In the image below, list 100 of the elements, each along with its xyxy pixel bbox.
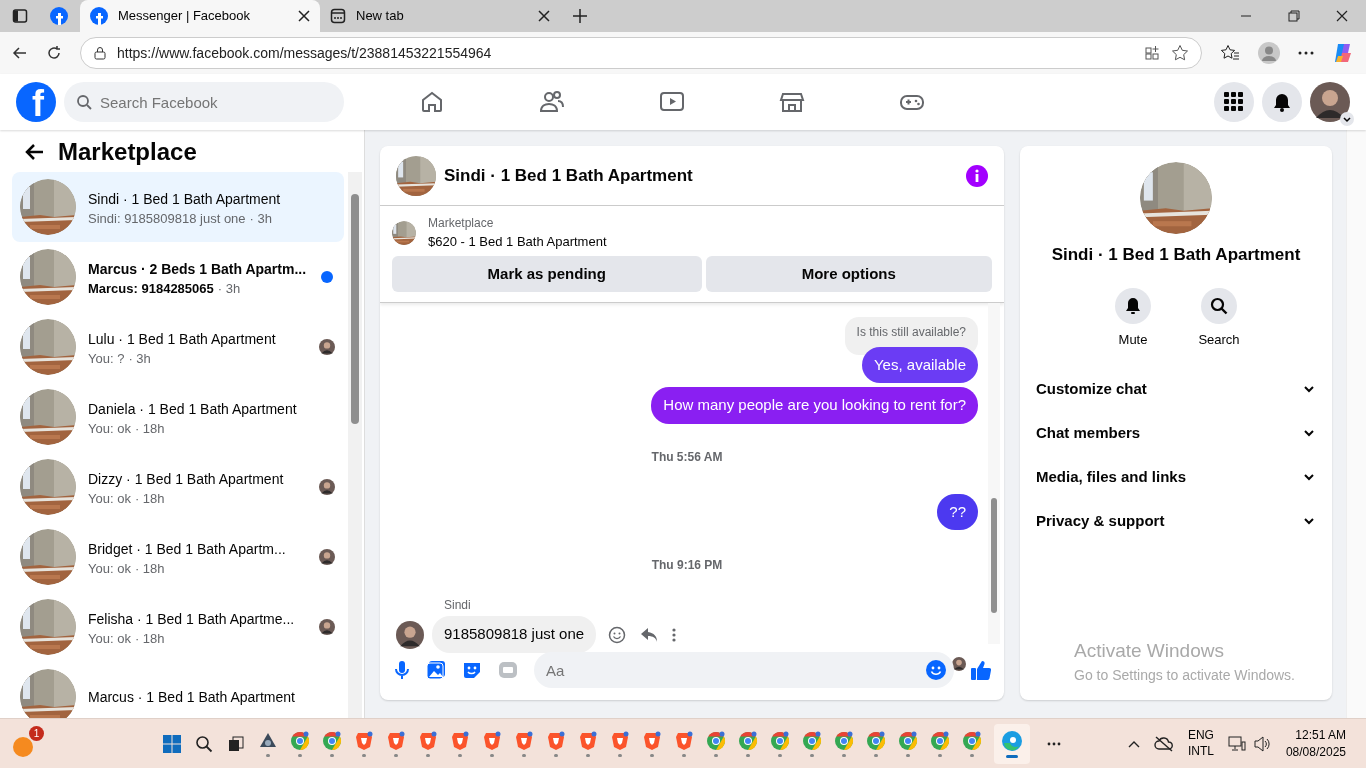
- message-field[interactable]: Aa: [534, 652, 954, 688]
- section-header[interactable]: Privacy & support: [1036, 499, 1316, 543]
- listing-title[interactable]: $620 - 1 Bed 1 Bath Apartment: [428, 232, 607, 252]
- received-message: 9185809818 just one: [432, 616, 597, 653]
- browser-icon[interactable]: [802, 730, 822, 751]
- shield-icon[interactable]: [386, 730, 406, 751]
- conversation-item[interactable]: Felisha · 1 Bed 1 Bath Apartme... You: ok · 18h: [12, 592, 344, 662]
- browser-icon[interactable]: [866, 730, 886, 751]
- browser-icon[interactable]: [738, 730, 758, 751]
- weather-icon[interactable]: [12, 735, 34, 758]
- star-icon[interactable]: [1171, 44, 1189, 62]
- cloud-off-icon[interactable]: [1153, 735, 1174, 752]
- browser-icon[interactable]: [290, 730, 310, 751]
- conversation-item[interactable]: Sindi · 1 Bed 1 Bath Apartment Sindi: 9185809818 just one · 3h: [12, 172, 344, 242]
- conversation-title: Marcus · 2 Beds 1 Bath Apartm...: [88, 260, 307, 278]
- reload-icon[interactable]: [46, 45, 62, 61]
- new-tab-icon[interactable]: [572, 8, 588, 24]
- browser-tab[interactable]: Messenger | Facebook: [80, 0, 320, 32]
- conversation-item[interactable]: Daniela · 1 Bed 1 Bath Apartment You: ok · 18h: [12, 382, 344, 452]
- scrollbar[interactable]: [348, 172, 362, 718]
- browser-tab[interactable]: New tab: [320, 0, 560, 32]
- lock-icon[interactable]: [93, 46, 107, 60]
- close-icon[interactable]: [298, 10, 310, 22]
- thumbs-up-icon[interactable]: [970, 659, 992, 681]
- profile-name: Sindi · 1 Bed 1 Bath Apartment: [1051, 244, 1301, 266]
- info-icon[interactable]: [966, 164, 988, 187]
- action-label: Mute: [1118, 330, 1148, 349]
- caret-icon[interactable]: [1340, 112, 1354, 126]
- browser-icon[interactable]: [706, 730, 726, 751]
- action-label: Search: [1198, 330, 1240, 349]
- sender-avatar: [396, 620, 424, 649]
- action-button[interactable]: [1115, 287, 1151, 324]
- task-view-icon[interactable]: [228, 735, 244, 752]
- browser-icon[interactable]: [322, 730, 342, 751]
- browser-icon[interactable]: [930, 730, 950, 751]
- conversation-item[interactable]: Dizzy · 1 Bed 1 Bath Apartment You: ok · 18h: [12, 452, 344, 522]
- conversation-item[interactable]: Marcus · 2 Beds 1 Bath Apartm... Marcus: 9184285065 · 3h: [12, 242, 344, 312]
- browser-icon[interactable]: [770, 730, 790, 751]
- shield-icon[interactable]: [418, 730, 438, 751]
- emoji-icon[interactable]: [608, 625, 627, 644]
- sticker-icon[interactable]: [462, 660, 482, 680]
- favorites-icon[interactable]: [1220, 44, 1240, 62]
- shield-icon[interactable]: [354, 730, 374, 751]
- section-header[interactable]: Chat members: [1036, 411, 1316, 455]
- facebook-logo[interactable]: f: [16, 82, 56, 122]
- back-arrow-icon[interactable]: [24, 143, 44, 161]
- volume-icon[interactable]: [1253, 735, 1272, 752]
- action-button[interactable]: [1201, 287, 1237, 324]
- more-icon[interactable]: [1298, 51, 1314, 55]
- browser-icon[interactable]: [962, 730, 982, 751]
- shield-icon[interactable]: [642, 730, 662, 751]
- section-header[interactable]: Media, files and links: [1036, 455, 1316, 499]
- network-icon[interactable]: [1227, 735, 1246, 752]
- action-button[interactable]: More options: [705, 255, 992, 292]
- notifications-button[interactable]: [1262, 82, 1302, 122]
- language-indicator[interactable]: ENG INTL: [1187, 727, 1214, 760]
- browser-icon[interactable]: [834, 730, 854, 751]
- scrollbar[interactable]: [988, 302, 1000, 644]
- message-preview: You: ?: [88, 350, 125, 368]
- conversation-title: Dizzy · 1 Bed 1 Bath Apartment: [88, 470, 284, 488]
- photo-icon[interactable]: [426, 660, 446, 680]
- unread-dot: [321, 271, 333, 283]
- windows-start-icon[interactable]: [162, 733, 182, 754]
- apps-add-icon[interactable]: [1145, 45, 1161, 61]
- close-icon[interactable]: [538, 10, 550, 22]
- message-time: · 3h: [249, 210, 272, 228]
- page-scrollbar[interactable]: [1346, 130, 1366, 718]
- conversation-item[interactable]: Bridget · 1 Bed 1 Bath Apartm... You: ok · 18h: [12, 522, 344, 592]
- shield-icon[interactable]: [482, 730, 502, 751]
- clock[interactable]: 12:51 AM 08/08/2025: [1285, 727, 1354, 760]
- reply-icon[interactable]: [640, 626, 659, 643]
- facebook-tab-icon[interactable]: [50, 7, 68, 25]
- shield-icon[interactable]: [674, 730, 694, 751]
- search-field[interactable]: Search Facebook: [64, 82, 344, 122]
- shield-icon[interactable]: [578, 730, 598, 751]
- shield-icon[interactable]: [546, 730, 566, 751]
- shield-icon[interactable]: [450, 730, 470, 751]
- activation-text: Go to Settings to activate Windows.: [1074, 666, 1296, 685]
- microphone-icon[interactable]: [394, 660, 410, 680]
- message-time: · 18h: [134, 420, 165, 438]
- action-button[interactable]: Mark as pending: [392, 255, 702, 292]
- section-header[interactable]: Customize chat: [1036, 367, 1316, 411]
- browser-icon[interactable]: [1001, 729, 1023, 752]
- back-icon[interactable]: [12, 45, 28, 61]
- new-tab-icon: [330, 8, 346, 24]
- restore-icon[interactable]: [1288, 10, 1300, 22]
- search-icon[interactable]: [195, 734, 213, 753]
- close-icon[interactable]: [1336, 10, 1348, 22]
- menu-button[interactable]: [1214, 82, 1254, 122]
- browser-icon[interactable]: [898, 730, 918, 751]
- sidebar-icon[interactable]: [12, 8, 28, 24]
- shield-icon[interactable]: [514, 730, 534, 751]
- more-icon[interactable]: [1047, 741, 1061, 746]
- copilot-icon[interactable]: [1332, 42, 1354, 64]
- conversation-item[interactable]: Lulu · 1 Bed 1 Bath Apartment You: ? · 3h: [12, 312, 344, 382]
- emoji-icon[interactable]: [926, 660, 946, 680]
- profile-icon[interactable]: [1258, 42, 1280, 64]
- chevron-up-icon[interactable]: [1127, 739, 1140, 748]
- conversation-title: Lulu · 1 Bed 1 Bath Apartment: [88, 330, 276, 348]
- shield-icon[interactable]: [610, 730, 630, 751]
